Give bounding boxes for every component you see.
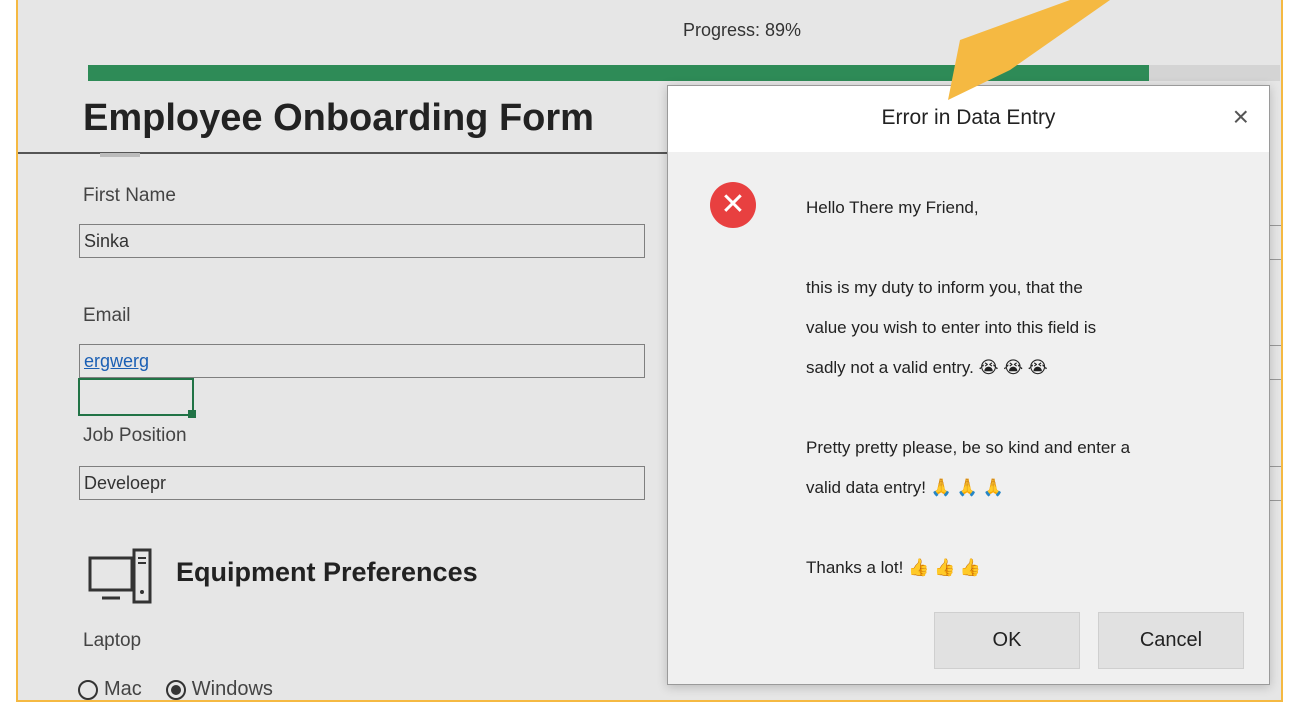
job-position-field[interactable]: Develoepr [79,466,645,500]
background-cell-border [1268,379,1281,380]
error-icon: ✕ [710,182,756,228]
message-line: Pretty pretty please, be so kind and ent… [806,438,1131,457]
message-line: valid data entry! 🙏 🙏 🙏 [806,478,1004,497]
background-cell-border [1268,259,1281,260]
email-field[interactable]: ergwerg [79,344,645,378]
background-cell-border [1268,345,1281,346]
windows-radio[interactable] [165,679,186,700]
mac-radio-label: Mac [104,678,142,700]
message-line: Thanks a lot! 👍 👍 👍 [806,558,981,577]
background-cell-border [1268,500,1281,501]
cancel-button[interactable]: Cancel [1098,612,1244,669]
page-title: Employee Onboarding Form [83,97,594,139]
message-line: Hello There my Friend, [806,198,979,217]
laptop-label: Laptop [83,630,142,651]
message-line: value you wish to enter into this field … [806,318,1097,337]
section-title: Equipment Preferences [176,557,478,587]
first-name-field[interactable]: Sinka [79,224,645,258]
background-cell-border [1268,225,1281,226]
ok-button[interactable]: OK [934,612,1080,669]
laptop-radio-group: Mac Windows [78,678,297,700]
first-name-label: First Name [83,185,176,206]
error-dialog: Error in Data Entry × ✕ Hello There my F… [667,85,1270,685]
title-divider-stub [100,153,140,157]
mac-radio[interactable] [78,679,98,700]
computer-icon [88,548,152,604]
fill-handle[interactable] [188,410,196,418]
message-line: sadly not a valid entry. 😭 😭 😭 [806,358,1048,377]
windows-radio-label: Windows [191,678,273,700]
job-position-label: Job Position [83,425,187,446]
close-icon[interactable]: × [1233,100,1249,134]
background-cell-border [1268,466,1281,467]
dialog-title: Error in Data Entry [881,106,1056,129]
active-cell-selection[interactable] [78,378,194,416]
email-label: Email [83,305,131,326]
progress-label: Progress: 89% [683,20,802,40]
message-line: this is my duty to inform you, that the [806,278,1083,297]
callout-arrow-icon [948,0,1110,100]
